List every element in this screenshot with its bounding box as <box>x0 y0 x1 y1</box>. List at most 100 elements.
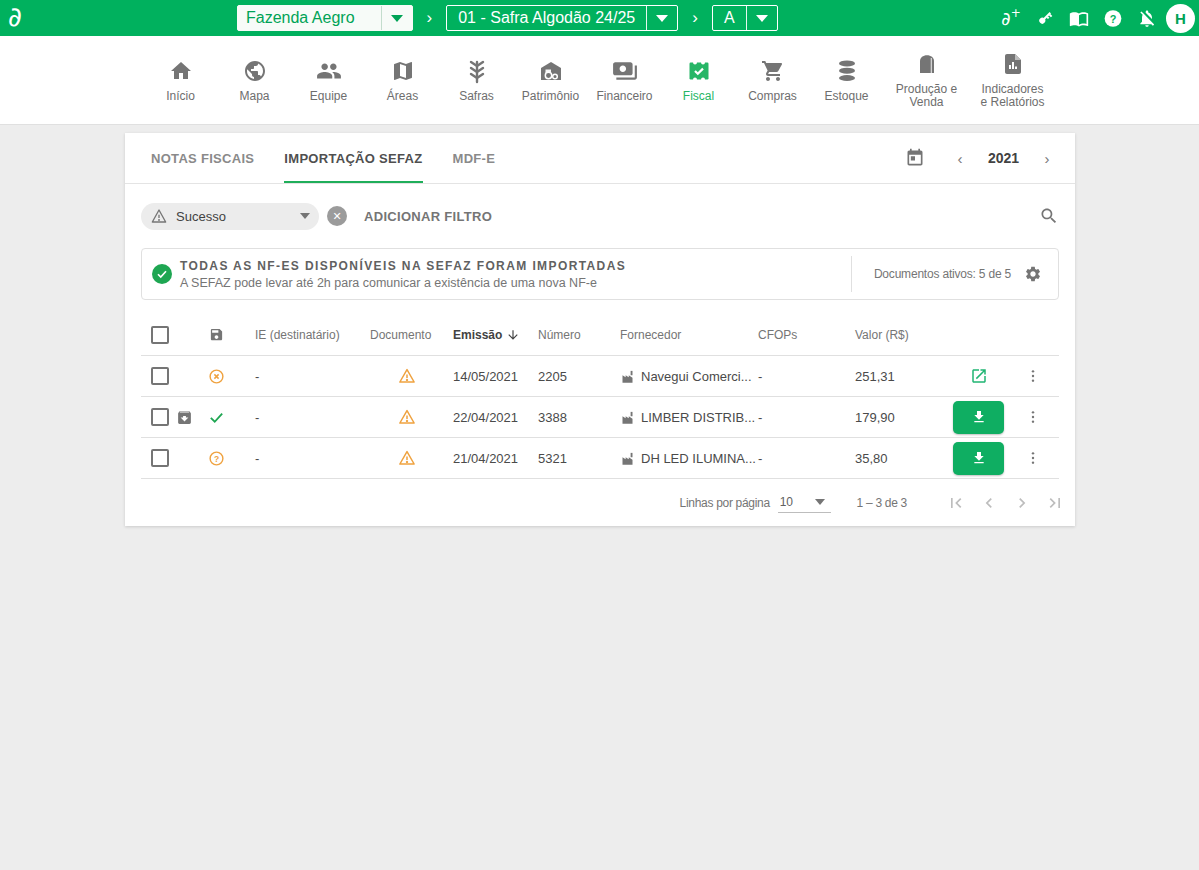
pagination: Linhas por página 10 1 – 3 de 3 <box>125 479 1075 526</box>
chevron-down-icon[interactable] <box>646 6 677 30</box>
warning-icon[interactable] <box>368 408 451 426</box>
add-filter-button[interactable]: ADICIONAR FILTRO <box>364 209 492 224</box>
invite-user-icon[interactable]: ∂+ <box>1001 7 1021 29</box>
wheat-icon <box>466 58 488 84</box>
money-icon <box>612 58 638 84</box>
account-selector[interactable]: A <box>712 5 778 31</box>
next-year-icon[interactable]: › <box>1035 150 1059 167</box>
col-ie[interactable]: IE (destinatário) <box>235 328 368 342</box>
nav-item-indicadores[interactable]: Indicadores e Relatórios <box>970 51 1056 109</box>
row-checkbox[interactable] <box>151 367 169 385</box>
download-button[interactable] <box>953 401 1004 434</box>
banner-text: TODAS AS NF-ES DISPONÍVEIS NA SEFAZ FORA… <box>180 259 851 290</box>
last-page-icon[interactable] <box>1045 493 1065 513</box>
first-page-icon[interactable] <box>946 493 966 513</box>
cell-emissao: 21/04/2021 <box>451 451 536 466</box>
banner-subtitle: A SEFAZ pode levar até 2h para comunicar… <box>180 276 851 290</box>
warning-icon[interactable] <box>368 367 451 385</box>
col-valor[interactable]: Valor (R$) <box>853 328 950 342</box>
svg-text:?: ? <box>213 453 218 463</box>
select-all-checkbox[interactable] <box>151 326 169 344</box>
main-nav: Início Mapa Equipe Áreas Safras Patrimôn… <box>0 36 1199 125</box>
tab-notas-fiscais[interactable]: NOTAS FISCAIS <box>151 133 254 183</box>
nav-item-areas[interactable]: Áreas <box>366 58 440 103</box>
nav-item-inicio[interactable]: Início <box>144 58 218 103</box>
row-checkbox[interactable] <box>151 408 169 426</box>
filter-chip-sucesso[interactable]: Sucesso <box>141 203 319 230</box>
chevron-down-icon[interactable] <box>381 6 412 30</box>
factory-icon <box>620 369 635 384</box>
key-icon[interactable] <box>1035 7 1055 29</box>
open-in-new-button[interactable] <box>970 367 988 385</box>
nav-item-equipe[interactable]: Equipe <box>292 58 366 103</box>
cell-emissao: 14/05/2021 <box>451 369 536 384</box>
nav-item-patrimonio[interactable]: Patrimônio <box>514 58 588 103</box>
filter-bar: Sucesso ✕ ADICIONAR FILTRO <box>125 184 1075 248</box>
nav-item-safras[interactable]: Safras <box>440 58 514 103</box>
avatar[interactable]: H <box>1166 4 1195 33</box>
table-row: - 22/04/2021 3388 LIMBER DISTRIB... - 17… <box>141 397 1059 438</box>
import-status-banner: TODAS AS NF-ES DISPONÍVEIS NA SEFAZ FORA… <box>141 248 1059 300</box>
cell-fornecedor: DH LED ILUMINA... <box>641 451 756 466</box>
save-icon <box>197 327 235 342</box>
warning-icon <box>151 208 167 224</box>
cell-numero: 3388 <box>536 410 618 425</box>
col-fornecedor[interactable]: Fornecedor <box>618 328 756 342</box>
prev-page-icon[interactable] <box>979 493 999 513</box>
year-value: 2021 <box>972 150 1035 166</box>
prev-year-icon[interactable]: ‹ <box>948 150 972 167</box>
col-emissao[interactable]: Emissão <box>451 328 536 342</box>
cell-cfops: - <box>756 410 853 425</box>
notifications-off-icon[interactable] <box>1137 7 1157 29</box>
calendar-icon[interactable] <box>905 148 925 168</box>
nav-item-financeiro[interactable]: Financeiro <box>588 58 662 103</box>
nav-item-fiscal[interactable]: Fiscal <box>662 58 736 103</box>
nav-item-producao-venda[interactable]: Produção e Venda <box>884 51 970 109</box>
chevron-down-icon[interactable] <box>300 213 310 219</box>
map-icon <box>391 58 415 84</box>
tab-importacao-sefaz[interactable]: IMPORTAÇÃO SEFAZ <box>284 133 422 183</box>
nav-item-estoque[interactable]: Estoque <box>810 58 884 103</box>
cell-emissao: 22/04/2021 <box>451 410 536 425</box>
row-checkbox[interactable] <box>151 449 169 467</box>
kebab-menu-icon[interactable] <box>1025 450 1041 466</box>
success-check-icon <box>152 264 172 284</box>
svg-text:?: ? <box>1110 12 1117 24</box>
check-icon <box>197 409 235 426</box>
chevron-down-icon <box>815 499 825 505</box>
download-button[interactable] <box>953 442 1004 475</box>
table-row: ? - 21/04/2021 5321 DH LED ILUMINA... - … <box>141 438 1059 479</box>
cell-numero: 5321 <box>536 451 618 466</box>
tab-mdfe[interactable]: MDF-E <box>453 133 496 183</box>
receipt-check-icon <box>686 58 712 84</box>
nav-item-compras[interactable]: Compras <box>736 58 810 103</box>
cell-numero: 2205 <box>536 369 618 384</box>
farm-selector[interactable]: Fazenda Aegro <box>237 5 413 31</box>
rows-per-page-select[interactable]: 10 <box>778 492 831 513</box>
book-icon[interactable] <box>1069 7 1089 29</box>
clear-filter-icon[interactable]: ✕ <box>327 206 347 226</box>
help-icon[interactable]: ? <box>1103 7 1123 29</box>
table-header-row: IE (destinatário) Documento Emissão Núme… <box>141 314 1059 356</box>
cart-icon <box>761 58 785 84</box>
stack-icon <box>834 58 860 84</box>
sort-desc-icon <box>506 328 520 342</box>
farm-selector-label: Fazenda Aegro <box>238 6 381 30</box>
chevron-down-icon[interactable] <box>746 6 777 30</box>
next-page-icon[interactable] <box>1012 493 1032 513</box>
kebab-menu-icon[interactable] <box>1025 409 1041 425</box>
search-icon[interactable] <box>1039 206 1059 226</box>
kebab-menu-icon[interactable] <box>1025 368 1041 384</box>
account-selector-label: A <box>713 6 746 30</box>
col-numero[interactable]: Número <box>536 328 618 342</box>
cell-ie: - <box>235 369 368 384</box>
col-documento[interactable]: Documento <box>368 328 451 342</box>
nav-item-mapa[interactable]: Mapa <box>218 58 292 103</box>
breadcrumb: Fazenda Aegro › 01 - Safra Algodão 24/25… <box>237 5 778 31</box>
season-selector[interactable]: 01 - Safra Algodão 24/25 <box>446 5 678 31</box>
gear-icon[interactable] <box>1024 265 1042 283</box>
banner-title: TODAS AS NF-ES DISPONÍVEIS NA SEFAZ FORA… <box>180 259 851 273</box>
col-cfops[interactable]: CFOPs <box>756 328 853 342</box>
breadcrumb-separator: › <box>692 8 698 28</box>
warning-icon[interactable] <box>368 449 451 467</box>
